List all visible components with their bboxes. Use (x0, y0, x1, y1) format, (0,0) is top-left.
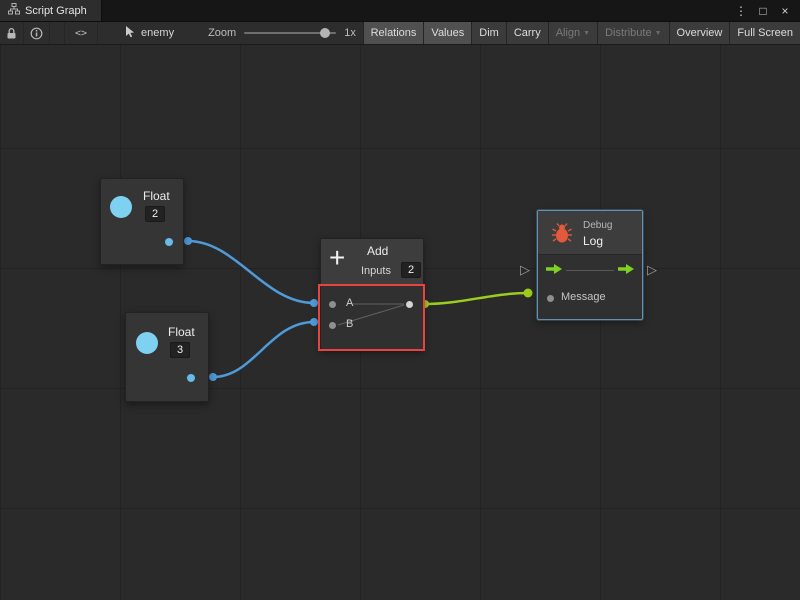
wire-end-dot[interactable] (524, 289, 533, 298)
wire-add-to-debug-message[interactable] (425, 293, 528, 304)
float-node-2[interactable]: Float 3 (125, 312, 209, 402)
add-node-header: + Add Inputs 2 (321, 239, 423, 286)
wire-end-dot[interactable] (310, 318, 318, 326)
overview-button[interactable]: Overview (669, 22, 730, 44)
zoom-value: 1x (344, 27, 356, 39)
values-button[interactable]: Values (423, 22, 471, 44)
titlebar-controls: ⋮ □ × (732, 0, 800, 21)
toolbar-button-group: Relations Values Dim Carry Align▼ Distri… (363, 22, 800, 44)
align-button[interactable]: Align▼ (548, 22, 597, 44)
wire-float1-to-add-a[interactable] (188, 241, 314, 303)
flow-exit-triangle-icon[interactable]: ▷ (647, 263, 657, 276)
graph-name: enemy (141, 27, 174, 39)
pointer-icon (124, 25, 136, 41)
float-output-port[interactable] (165, 238, 173, 246)
add-icon: + (329, 242, 345, 274)
graph-toolbar: <> enemy Zoom 1x Relations Values Dim Ca… (0, 22, 800, 45)
tab-script-graph[interactable]: Script Graph (0, 0, 102, 21)
port-label-b: B (346, 318, 353, 330)
port-row-b: B (321, 315, 423, 335)
input-port-b[interactable] (329, 322, 336, 329)
maximize-icon[interactable]: □ (754, 2, 772, 20)
input-port-a[interactable] (329, 301, 336, 308)
flow-entry-triangle-icon[interactable]: ▷ (520, 263, 530, 276)
message-row: Message (538, 286, 642, 316)
graph-canvas[interactable]: Float 2 Float 3 + Add Inputs 2 (0, 45, 800, 600)
inputs-count-field[interactable]: 2 (401, 262, 421, 278)
debug-log-node[interactable]: Debug Log Message (537, 210, 643, 320)
float-node-1[interactable]: Float 2 (100, 178, 184, 265)
graph-breadcrumb[interactable]: enemy (124, 22, 174, 44)
flow-input-port[interactable] (546, 264, 562, 277)
carry-button[interactable]: Carry (506, 22, 548, 44)
bug-icon (551, 222, 573, 247)
chevron-down-icon: ▼ (655, 30, 662, 37)
output-port-sum[interactable] (406, 301, 413, 308)
float-value-field[interactable]: 3 (170, 342, 190, 358)
distribute-button[interactable]: Distribute▼ (597, 22, 668, 44)
code-preview-icon[interactable]: <> (64, 22, 98, 44)
node-title: Float (143, 189, 170, 203)
lock-icon[interactable] (0, 22, 24, 44)
window-menu-icon[interactable]: ⋮ (732, 2, 750, 20)
node-title: Float (168, 325, 195, 339)
info-icon[interactable] (24, 22, 50, 44)
full-screen-button[interactable]: Full Screen (729, 22, 800, 44)
node-category: Debug (583, 220, 612, 231)
message-input-port[interactable] (547, 295, 554, 302)
relations-button[interactable]: Relations (363, 22, 424, 44)
chevron-down-icon: ▼ (583, 30, 590, 37)
float-output-port[interactable] (187, 374, 195, 382)
script-graph-window: Script Graph ⋮ □ × <> (0, 0, 800, 600)
float-value-field[interactable]: 2 (145, 206, 165, 222)
titlebar-spacer (102, 0, 732, 21)
node-title: Add (367, 244, 388, 258)
float-icon (110, 196, 132, 218)
zoom-label: Zoom (208, 27, 236, 39)
message-label: Message (561, 291, 606, 303)
close-icon[interactable]: × (776, 2, 794, 20)
flow-relation-line (566, 270, 614, 271)
port-row-a: A (321, 294, 423, 314)
zoom-slider-handle[interactable] (320, 28, 330, 38)
zoom-control: Zoom 1x (208, 22, 356, 44)
add-node[interactable]: + Add Inputs 2 A B (320, 238, 424, 350)
zoom-slider[interactable] (244, 32, 336, 34)
wire-end-dot[interactable] (310, 299, 318, 307)
wire-float2-to-add-b[interactable] (213, 322, 314, 377)
float-icon (136, 332, 158, 354)
dim-button[interactable]: Dim (471, 22, 506, 44)
tab-title: Script Graph (25, 5, 87, 17)
node-title: Log (583, 234, 603, 248)
flow-row (538, 255, 642, 286)
flow-output-port[interactable] (618, 264, 634, 277)
wire-end-dot[interactable] (184, 237, 192, 245)
script-graph-icon (8, 3, 20, 18)
port-label-a: A (346, 297, 353, 309)
title-bar: Script Graph ⋮ □ × (0, 0, 800, 22)
inputs-label: Inputs (361, 265, 391, 277)
wire-end-dot[interactable] (209, 373, 217, 381)
add-node-ports: A B (321, 286, 423, 349)
debug-node-header: Debug Log (538, 211, 642, 255)
